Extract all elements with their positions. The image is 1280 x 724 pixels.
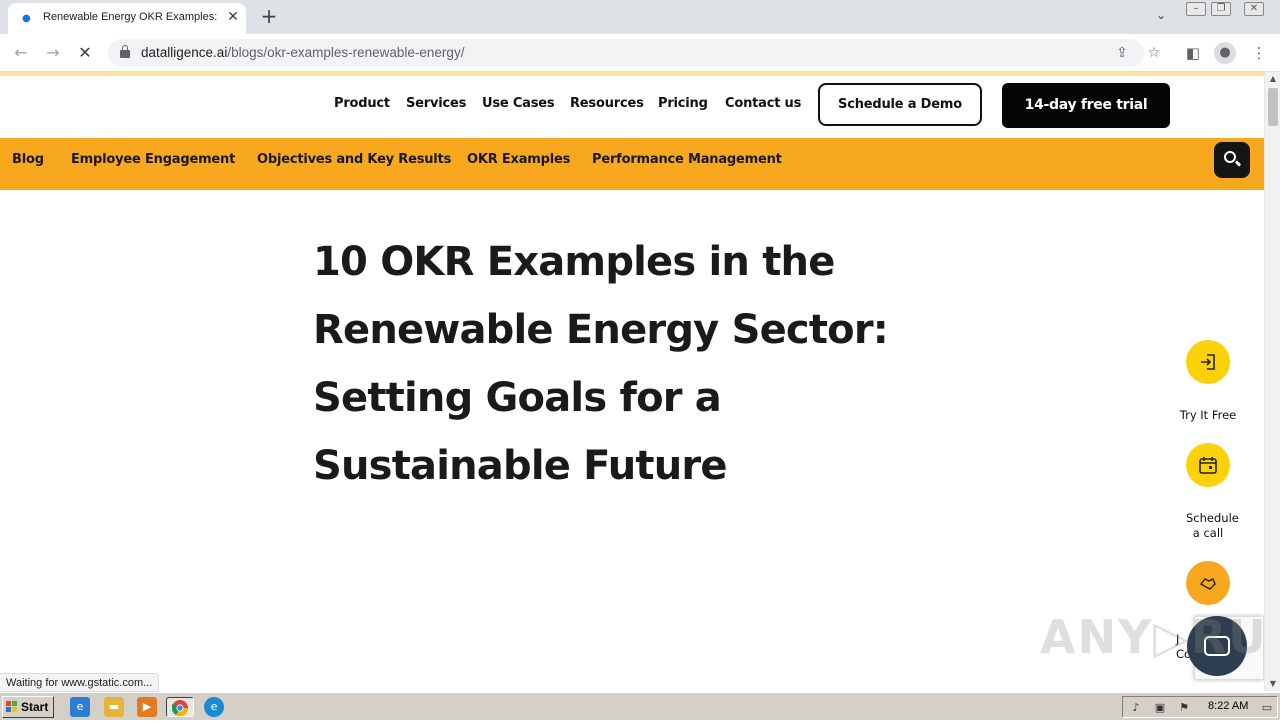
- file-explorer-icon[interactable]: ▬: [104, 697, 124, 717]
- tab-search-chevron-icon[interactable]: ⌄: [1152, 8, 1170, 26]
- windows-taskbar: Start e ▬ ▶ e ♪ ▣ ⚑ ▭ 8:22 AM: [0, 692, 1280, 720]
- close-window-button[interactable]: ✕: [1244, 2, 1264, 16]
- volume-icon[interactable]: ♪: [1128, 700, 1144, 716]
- free-trial-button[interactable]: 14-day free trial: [1002, 83, 1170, 128]
- media-player-icon[interactable]: ▶: [137, 697, 157, 717]
- tab-strip: ● Renewable Energy OKR Examples: D ✕ + ⌄…: [0, 0, 1280, 34]
- nav-product[interactable]: Product: [334, 96, 390, 111]
- close-tab-icon[interactable]: ✕: [224, 8, 242, 26]
- start-label: Start: [21, 700, 49, 714]
- schedule-call-label: Schedule a call: [1186, 511, 1239, 540]
- category-objectives-key-results[interactable]: Objectives and Key Results: [257, 152, 451, 167]
- handshake-icon: [1186, 561, 1230, 605]
- category-bar: Blog Employee Engagement Objectives and …: [0, 138, 1264, 190]
- nav-contact-us[interactable]: Contact us: [725, 96, 801, 111]
- search-button[interactable]: [1214, 142, 1250, 178]
- browser-toolbar: ← → ✕ datalligence.ai/blogs/okr-examples…: [0, 34, 1280, 72]
- third-side-action[interactable]: [1164, 561, 1252, 611]
- profile-avatar-icon[interactable]: ●: [1214, 42, 1236, 64]
- system-tray: ♪ ▣ ⚑ ▭: [1122, 696, 1278, 718]
- stop-loading-icon[interactable]: ✕: [74, 42, 96, 64]
- scroll-thumb[interactable]: [1268, 88, 1278, 126]
- network-icon[interactable]: ▣: [1152, 700, 1168, 716]
- new-tab-button[interactable]: +: [258, 5, 280, 27]
- action-center-flag-icon[interactable]: ⚑: [1176, 700, 1192, 716]
- category-performance-management[interactable]: Performance Management: [592, 152, 782, 167]
- url-text[interactable]: datalligence.ai/blogs/okr-examples-renew…: [141, 45, 464, 60]
- calendar-icon: [1186, 443, 1230, 487]
- scroll-down-arrow-icon[interactable]: ▼: [1265, 677, 1280, 691]
- schedule-demo-button[interactable]: Schedule a Demo: [818, 83, 982, 126]
- side-panel-icon[interactable]: ◧: [1182, 42, 1204, 64]
- back-arrow-icon[interactable]: ←: [10, 42, 32, 64]
- internet-explorer-icon[interactable]: e: [70, 697, 90, 717]
- show-desktop-icon[interactable]: ▭: [1259, 700, 1275, 716]
- windows-flag-icon: [6, 701, 18, 713]
- nav-pricing[interactable]: Pricing: [658, 96, 708, 111]
- address-bar[interactable]: datalligence.ai/blogs/okr-examples-renew…: [108, 39, 1160, 67]
- try-free-action[interactable]: Try It Free: [1164, 340, 1252, 430]
- schedule-call-action[interactable]: Schedule a call: [1164, 443, 1252, 543]
- login-arrow-icon: [1186, 340, 1230, 384]
- nav-services[interactable]: Services: [406, 96, 466, 111]
- restore-button[interactable]: ❐: [1211, 2, 1231, 16]
- web-page: Product Services Use Cases Resources Pri…: [0, 76, 1264, 691]
- forward-arrow-icon[interactable]: →: [42, 42, 64, 64]
- try-free-label: Try It Free: [1179, 408, 1237, 422]
- tab-title: Renewable Energy OKR Examples: D: [43, 11, 218, 23]
- minimize-button[interactable]: –: [1186, 2, 1206, 16]
- start-button[interactable]: Start: [2, 696, 54, 718]
- category-blog[interactable]: Blog: [12, 152, 44, 167]
- scroll-up-arrow-icon[interactable]: ▲: [1265, 72, 1280, 86]
- nav-resources[interactable]: Resources: [570, 96, 644, 111]
- category-employee-engagement[interactable]: Employee Engagement: [71, 152, 235, 167]
- status-bubble: Waiting for www.gstatic.com...: [0, 673, 160, 692]
- article-title: 10 OKR Examples in the Renewable Energy …: [313, 239, 889, 489]
- page-scrollbar[interactable]: ▲ ▼: [1264, 72, 1280, 691]
- chrome-menu-icon[interactable]: ⋮: [1248, 42, 1270, 64]
- chrome-taskbar-icon[interactable]: [166, 697, 194, 717]
- category-okr-examples[interactable]: OKR Examples: [467, 152, 570, 167]
- taskbar-clock[interactable]: 8:22 AM: [1208, 700, 1248, 712]
- watermark: ANY▷RUN: [1040, 610, 1264, 664]
- loading-favicon-icon: ●: [22, 13, 31, 24]
- browser-tab[interactable]: ● Renewable Energy OKR Examples: D ✕: [8, 3, 246, 34]
- bookmark-star-icon[interactable]: ☆: [1144, 43, 1164, 63]
- nav-use-cases[interactable]: Use Cases: [482, 96, 555, 111]
- edge-icon[interactable]: e: [204, 697, 224, 717]
- share-icon[interactable]: ⇪: [1112, 43, 1132, 63]
- lock-icon[interactable]: [120, 45, 130, 59]
